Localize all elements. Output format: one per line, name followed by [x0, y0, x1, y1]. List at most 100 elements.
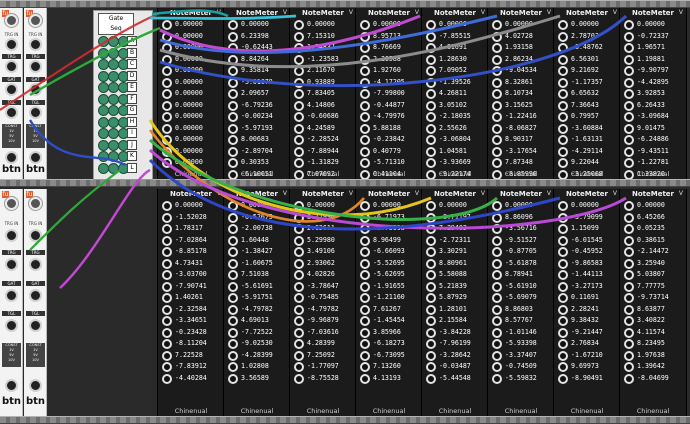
notemeter-input-jack[interactable]	[360, 235, 370, 246]
notemeter-input-jack[interactable]	[426, 304, 436, 315]
notemeter-input-jack[interactable]	[492, 112, 502, 122]
notemeter-input-jack[interactable]	[162, 316, 172, 326]
notemeter-input-jack[interactable]	[162, 293, 172, 303]
notemeter-input-jack[interactable]	[492, 327, 502, 338]
notemeter-input-jack[interactable]	[162, 212, 172, 223]
notemeter-input-jack[interactable]	[426, 123, 436, 134]
notemeter-input-jack[interactable]	[492, 362, 502, 372]
notemeter-input-jack[interactable]	[360, 258, 370, 269]
notemeter-input-jack[interactable]	[558, 224, 568, 234]
notemeter-input-jack[interactable]	[162, 270, 172, 280]
trigger-button[interactable]	[29, 196, 42, 210]
notemeter-input-jack[interactable]	[624, 112, 634, 122]
notemeter-input-jack[interactable]	[228, 43, 238, 53]
notemeter-input-jack[interactable]	[228, 224, 238, 234]
notemeter-input-jack[interactable]	[294, 362, 304, 372]
notemeter-input-jack[interactable]	[426, 247, 436, 257]
notemeter-input-jack[interactable]	[492, 123, 502, 134]
notemeter-input-jack[interactable]	[426, 235, 436, 246]
notemeter-input-jack[interactable]	[162, 258, 172, 269]
notemeter-input-jack[interactable]	[492, 135, 502, 145]
notemeter-input-jack[interactable]	[228, 20, 238, 30]
gate-seq-letter[interactable]: G	[127, 105, 137, 115]
notemeter-input-jack[interactable]	[294, 158, 304, 168]
notemeter-input-jack[interactable]	[624, 20, 634, 30]
notemeter-input-jack[interactable]	[558, 316, 568, 326]
trg-out-jack[interactable]	[5, 60, 18, 73]
notemeter-input-jack[interactable]	[294, 89, 304, 99]
notemeter-input-jack[interactable]	[426, 373, 436, 384]
notemeter-input-jack[interactable]	[294, 350, 304, 361]
notemeter-input-jack[interactable]	[558, 258, 568, 269]
gate-seq-letter[interactable]: F	[127, 93, 137, 104]
notemeter-input-jack[interactable]	[162, 201, 172, 211]
tgl-out-jack[interactable]	[5, 319, 18, 333]
notemeter-input-jack[interactable]	[360, 327, 370, 338]
trigger-button[interactable]	[29, 14, 42, 27]
notemeter-input-jack[interactable]	[162, 158, 172, 168]
gate-seq-letter[interactable]: H	[127, 116, 137, 127]
notemeter-input-jack[interactable]	[558, 350, 568, 361]
notemeter-input-jack[interactable]	[360, 43, 370, 53]
notemeter-input-jack[interactable]	[228, 293, 238, 303]
notemeter-input-jack[interactable]	[426, 135, 436, 145]
notemeter-input-jack[interactable]	[228, 270, 238, 280]
notemeter-input-jack[interactable]	[624, 224, 634, 234]
notemeter-input-jack[interactable]	[162, 31, 172, 42]
notemeter-input-jack[interactable]	[360, 146, 370, 157]
notemeter-input-jack[interactable]	[558, 123, 568, 134]
notemeter-input-jack[interactable]	[624, 158, 634, 168]
notemeter-input-jack[interactable]	[426, 316, 436, 326]
notemeter-input-jack[interactable]	[624, 66, 634, 76]
notemeter-input-jack[interactable]	[492, 158, 502, 168]
gat-out-jack[interactable]	[5, 83, 18, 96]
notemeter-input-jack[interactable]	[426, 293, 436, 303]
notemeter-input-jack[interactable]	[162, 235, 172, 246]
gate-seq-letter[interactable]: C	[127, 59, 137, 69]
trg-in-jack[interactable]	[5, 38, 18, 51]
notemeter-input-jack[interactable]	[228, 77, 238, 88]
notemeter-input-jack[interactable]	[492, 146, 502, 157]
notemeter-input-jack[interactable]	[162, 281, 172, 292]
notemeter-input-jack[interactable]	[426, 258, 436, 269]
const-out-jack[interactable]	[5, 151, 18, 164]
notemeter-input-jack[interactable]	[360, 224, 370, 234]
const-out-jack[interactable]	[5, 378, 18, 392]
notemeter-input-jack[interactable]	[228, 212, 238, 223]
gate-seq-letter[interactable]: J	[127, 139, 137, 150]
notemeter-input-jack[interactable]	[294, 66, 304, 76]
notemeter-input-jack[interactable]	[360, 77, 370, 88]
gat-out-jack[interactable]	[5, 288, 18, 302]
notemeter-input-jack[interactable]	[492, 54, 502, 65]
notemeter-input-jack[interactable]	[426, 339, 436, 349]
gat-out-jack[interactable]	[29, 83, 42, 96]
notemeter-input-jack[interactable]	[492, 270, 502, 280]
notemeter-input-jack[interactable]	[294, 77, 304, 88]
notemeter-input-jack[interactable]	[426, 31, 436, 42]
notemeter-input-jack[interactable]	[426, 112, 436, 122]
notemeter-input-jack[interactable]	[492, 247, 502, 257]
trg-in-jack[interactable]	[29, 228, 42, 242]
notemeter-input-jack[interactable]	[162, 224, 172, 234]
notemeter-input-jack[interactable]	[360, 31, 370, 42]
notemeter-input-jack[interactable]	[624, 146, 634, 157]
notemeter-input-jack[interactable]	[624, 31, 634, 42]
trg-in-jack[interactable]	[5, 228, 18, 242]
notemeter-input-jack[interactable]	[162, 247, 172, 257]
notemeter-input-jack[interactable]	[294, 258, 304, 269]
notemeter-input-jack[interactable]	[492, 20, 502, 30]
gate-seq-letter[interactable]: L	[127, 162, 137, 173]
trg-out-jack[interactable]	[5, 258, 18, 272]
notemeter-input-jack[interactable]	[492, 293, 502, 303]
gate-seq-letter[interactable]: B	[127, 47, 137, 58]
notemeter-input-jack[interactable]	[294, 339, 304, 349]
notemeter-input-jack[interactable]	[360, 304, 370, 315]
notemeter-input-jack[interactable]	[624, 316, 634, 326]
notemeter-input-jack[interactable]	[426, 158, 436, 168]
notemeter-input-jack[interactable]	[624, 373, 634, 384]
notemeter-input-jack[interactable]	[294, 20, 304, 30]
notemeter-input-jack[interactable]	[294, 135, 304, 145]
notemeter-input-jack[interactable]	[294, 112, 304, 122]
notemeter-input-jack[interactable]	[624, 212, 634, 223]
notemeter-input-jack[interactable]	[228, 373, 238, 384]
